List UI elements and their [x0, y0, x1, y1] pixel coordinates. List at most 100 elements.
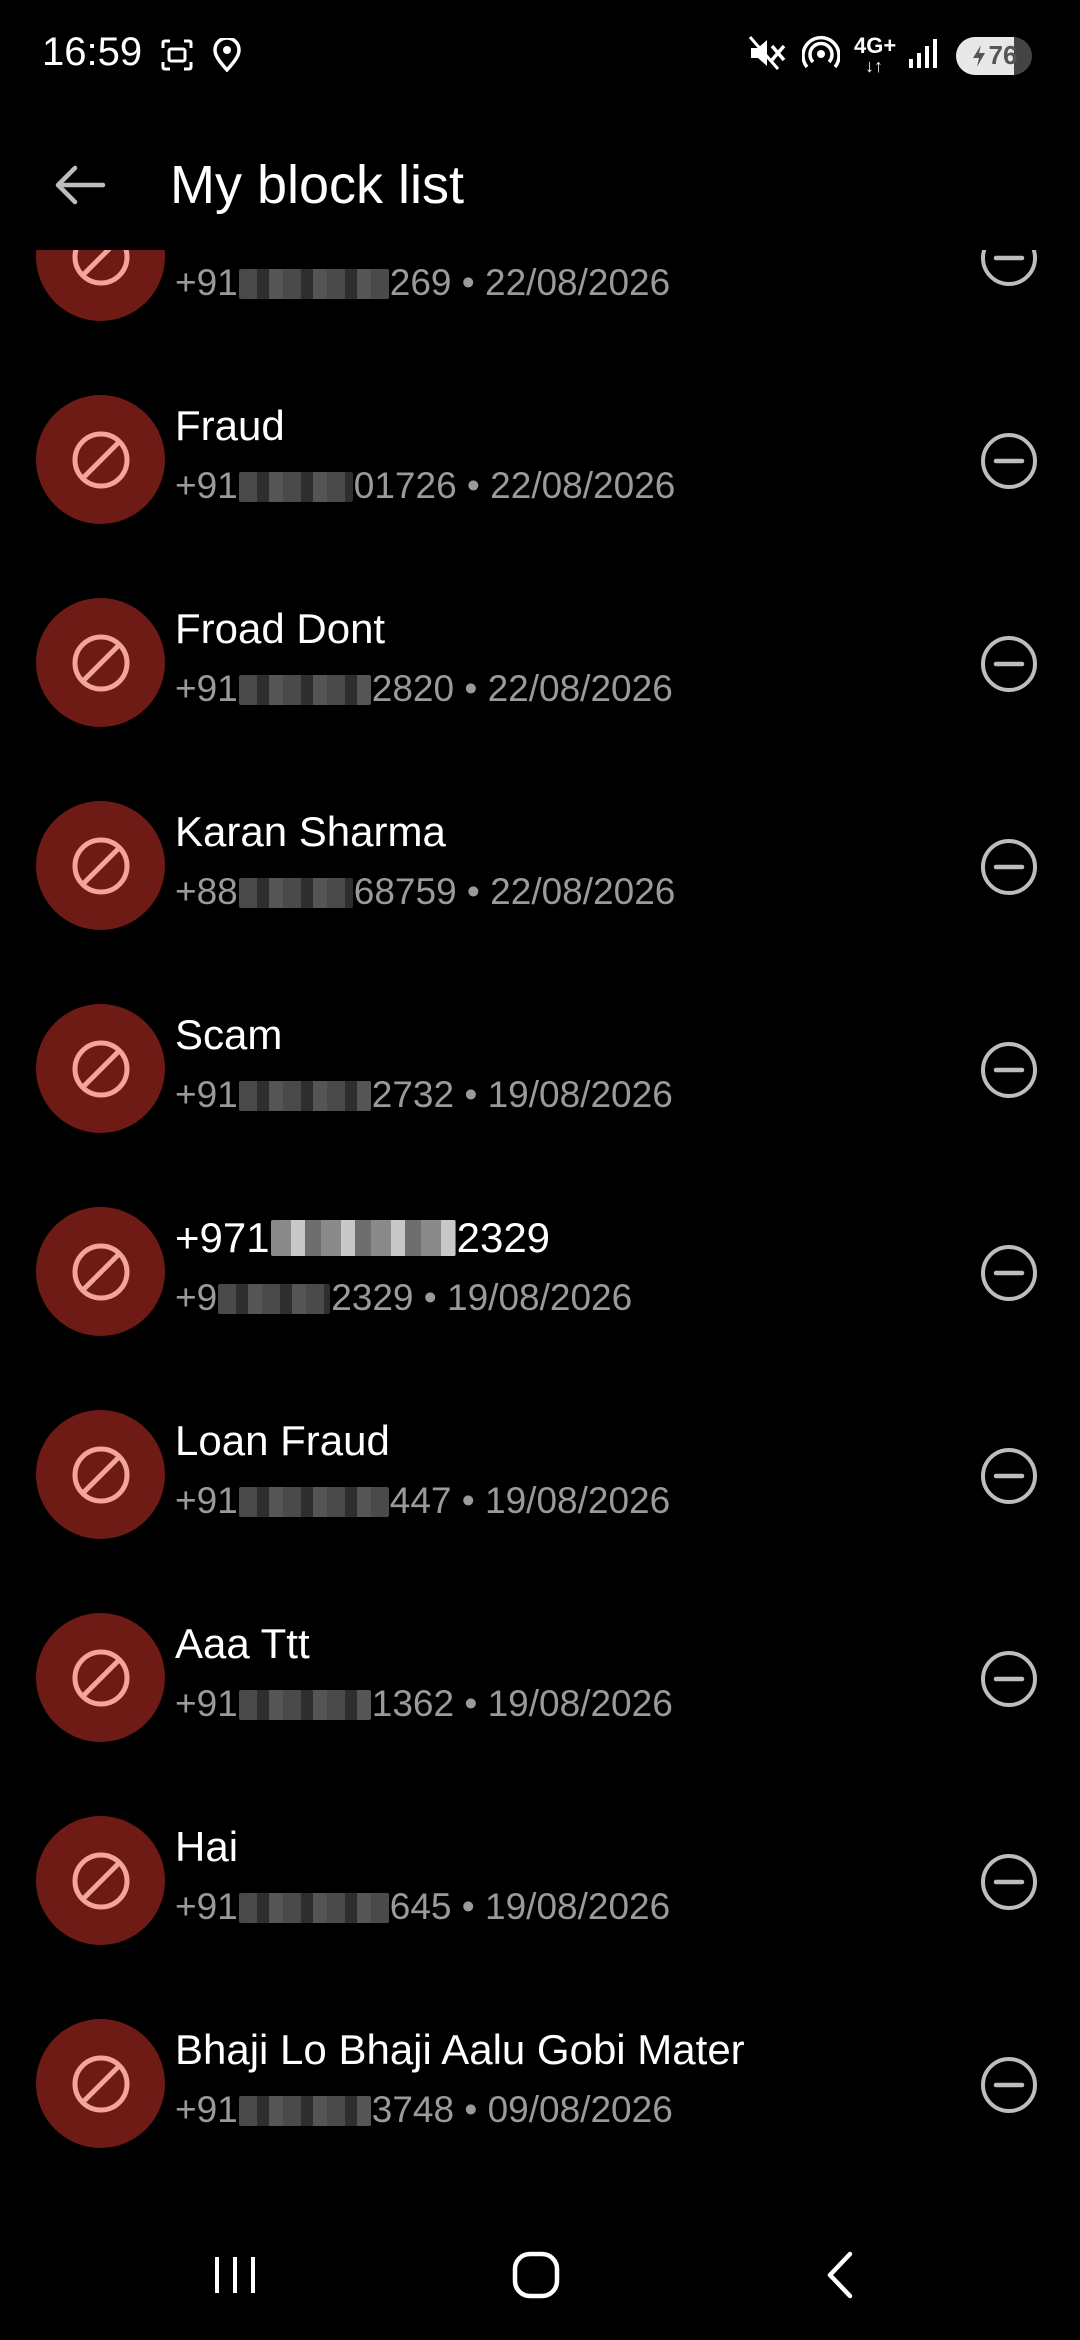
remove-circle-icon	[981, 1448, 1037, 1504]
number-prefix: +91	[175, 2089, 238, 2130]
separator: •	[413, 1277, 448, 1318]
number-prefix: +91	[175, 262, 238, 303]
separator: •	[454, 1683, 488, 1724]
number-suffix: 2820	[371, 668, 455, 709]
unblock-button[interactable]	[974, 1644, 1044, 1714]
contact-meta: +91 01726 • 22/08/2026	[175, 463, 675, 509]
blocked-date: 19/08/2026	[487, 1683, 673, 1724]
redacted-digits	[238, 878, 353, 908]
redacted-digits	[238, 675, 371, 705]
list-item[interactable]: Hai +91 645 • 19/08/2026	[0, 1779, 1080, 1982]
unblock-button[interactable]	[974, 2050, 1044, 2120]
contact-meta: +88 68759 • 22/08/2026	[175, 869, 675, 915]
separator: •	[451, 262, 486, 303]
unblock-button[interactable]	[974, 629, 1044, 699]
redacted-digits	[238, 1690, 371, 1720]
number-prefix: +91	[175, 1480, 238, 1521]
redacted-digits	[270, 1220, 456, 1256]
arrow-left-icon	[55, 165, 106, 205]
network-type: 4G+ ↓↑	[854, 32, 897, 76]
separator: •	[454, 1074, 488, 1115]
number-suffix: 269	[389, 262, 452, 303]
remove-circle-icon	[981, 1245, 1037, 1301]
list-item[interactable]: Scam +91 2732 • 19/08/2026	[0, 967, 1080, 1170]
block-icon	[72, 1040, 129, 1097]
screenshot-icon	[160, 38, 194, 77]
unblock-button[interactable]	[974, 1441, 1044, 1511]
unblock-button[interactable]	[974, 426, 1044, 496]
list-item[interactable]: Karan Sharma +88 68759 • 22/08/2026	[0, 764, 1080, 967]
block-icon	[72, 1649, 129, 1706]
blocked-avatar	[36, 395, 165, 524]
remove-circle-icon	[981, 1854, 1037, 1910]
blocked-date: 22/08/2026	[485, 262, 671, 303]
number-suffix: 68759	[353, 871, 457, 912]
list-item[interactable]: Loan Fraud +91 447 • 19/08/2026	[0, 1373, 1080, 1576]
separator: •	[456, 871, 491, 912]
unblock-button[interactable]	[974, 250, 1044, 293]
status-right-icons: 4G+ ↓↑ 76	[748, 34, 1032, 77]
page-title: My block list	[170, 155, 465, 215]
home-button[interactable]	[486, 2240, 586, 2310]
signal-icon	[908, 37, 942, 74]
redacted-digits	[238, 1487, 389, 1517]
blocked-date: 22/08/2026	[490, 871, 676, 912]
list-item[interactable]: Bhaji Lo Bhaji Aalu Gobi Mater +91 3748 • …	[0, 1982, 1080, 2185]
list-item[interactable]: Nikur+91269 • 22/08/2026	[0, 250, 1080, 358]
contact-meta: +91 645 • 19/08/2026	[175, 1884, 670, 1930]
unblock-button[interactable]	[974, 1847, 1044, 1917]
remove-circle-icon	[981, 839, 1037, 895]
system-back-button[interactable]	[790, 2240, 890, 2310]
contact-name: Scam	[175, 1011, 283, 1058]
number-suffix: 1362	[371, 1683, 455, 1724]
recents-button[interactable]	[185, 2240, 285, 2310]
contact-name: Bhaji Lo Bhaji Aalu Gobi Mater	[175, 2026, 745, 2073]
block-icon	[72, 634, 129, 691]
blocked-avatar	[36, 1816, 165, 1945]
back-button[interactable]	[40, 150, 120, 220]
blocked-date: 22/08/2026	[487, 668, 673, 709]
recents-icon	[215, 2257, 255, 2293]
block-list[interactable]: Nikur+91269 • 22/08/2026Fraud+9101726 • …	[0, 250, 1080, 2190]
blocked-avatar	[36, 1207, 165, 1336]
unblock-button[interactable]	[974, 832, 1044, 902]
battery-indicator: 76	[956, 36, 1032, 75]
redacted-digits	[238, 1081, 371, 1111]
redacted-digits	[238, 1893, 389, 1923]
battery-level: 76	[988, 40, 1018, 70]
block-icon	[72, 2055, 129, 2112]
blocked-avatar	[36, 598, 165, 727]
unblock-button[interactable]	[974, 1035, 1044, 1105]
block-icon	[72, 1243, 129, 1300]
list-item[interactable]: Aaa Ttt +91 1362 • 19/08/2026	[0, 1576, 1080, 1779]
block-icon	[72, 1446, 129, 1503]
charging-bolt-icon	[972, 44, 985, 67]
number-suffix: 3748	[371, 2089, 455, 2130]
blocked-date: 19/08/2026	[485, 1480, 671, 1521]
redacted-digits	[238, 2096, 371, 2126]
separator: •	[454, 2089, 488, 2130]
blocked-avatar	[36, 1004, 165, 1133]
separator: •	[454, 668, 488, 709]
list-item[interactable]: +971 2329 +9 2329 • 19/08/2026	[0, 1170, 1080, 1373]
unblock-button[interactable]	[974, 1238, 1044, 1308]
number-prefix: +91	[175, 668, 238, 709]
remove-circle-icon	[981, 433, 1037, 489]
contact-name: Aaa Ttt	[175, 1620, 310, 1667]
contact-name: Hai	[175, 1823, 239, 1870]
number-prefix: +9	[175, 1277, 218, 1318]
separator: •	[451, 1480, 486, 1521]
remove-circle-icon	[981, 2057, 1037, 2113]
contact-name: Karan Sharma	[175, 808, 446, 855]
redacted-digits	[218, 1284, 331, 1314]
remove-circle-icon	[981, 1042, 1037, 1098]
contact-meta: +9 2329 • 19/08/2026	[175, 1275, 632, 1321]
contact-meta: +91 2732 • 19/08/2026	[175, 1072, 673, 1118]
list-item[interactable]: Froad Dont +91 2820 • 22/08/2026	[0, 561, 1080, 764]
block-list-items: Nikur+91269 • 22/08/2026Fraud+9101726 • …	[0, 250, 1080, 2185]
redacted-digits	[238, 269, 389, 299]
contact-name-prefix: +971	[175, 1214, 270, 1261]
separator: •	[456, 465, 491, 506]
contact-meta: +91 1362 • 19/08/2026	[175, 1681, 673, 1727]
list-item[interactable]: Fraud +91 01726 • 22/08/2026	[0, 358, 1080, 561]
